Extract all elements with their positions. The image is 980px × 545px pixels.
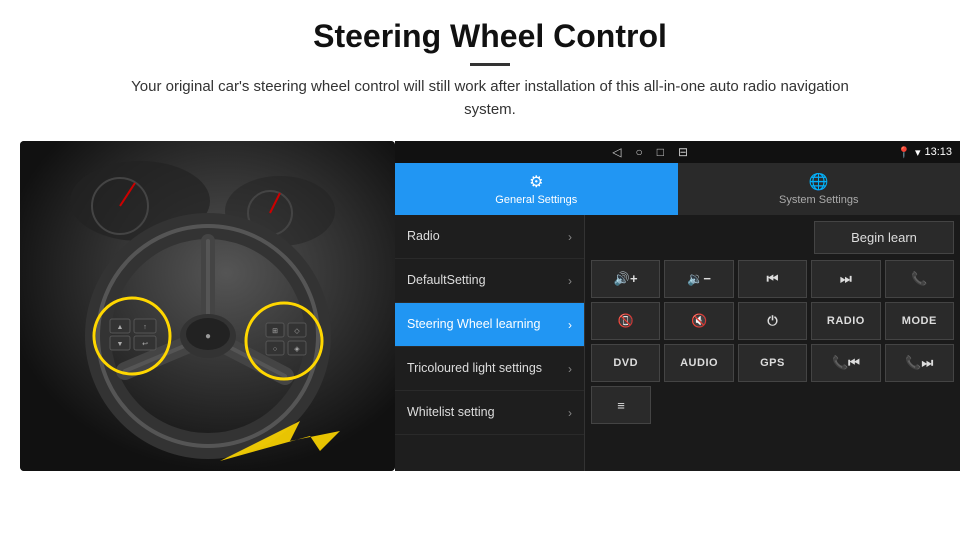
menu-steering-label: Steering Wheel learning: [407, 316, 540, 332]
mute-button[interactable]: 🔇: [664, 302, 733, 340]
svg-text:↑: ↑: [143, 324, 147, 331]
recents-icon[interactable]: □: [657, 145, 664, 159]
settings-content: Radio › DefaultSetting › Steering Wheel …: [395, 215, 960, 471]
audio-button[interactable]: AUDIO: [664, 344, 733, 382]
prev-track-button[interactable]: ⏮: [738, 260, 807, 298]
svg-text:●: ●: [205, 331, 211, 342]
menu-default-label: DefaultSetting: [407, 272, 486, 288]
control-grid-row3: DVD AUDIO GPS 📞⏮ 📞⏭: [591, 344, 954, 382]
menu-whitelist-label: Whitelist setting: [407, 404, 495, 420]
wifi-icon: ▾: [915, 146, 921, 159]
power-button[interactable]: ⏻: [738, 302, 807, 340]
menu-item-tricoloured[interactable]: Tricoloured light settings ›: [395, 347, 584, 391]
general-settings-icon: ⚙: [529, 172, 543, 192]
header-description: Your original car's steering wheel contr…: [120, 76, 860, 121]
menu-item-steering[interactable]: Steering Wheel learning ›: [395, 303, 584, 347]
dvd-button[interactable]: DVD: [591, 344, 660, 382]
menu-item-whitelist[interactable]: Whitelist setting ›: [395, 391, 584, 435]
tab-system-label: System Settings: [779, 194, 858, 206]
gps-button[interactable]: GPS: [738, 344, 807, 382]
vol-up-button[interactable]: 🔊+: [591, 260, 660, 298]
power-icon: ⏻: [767, 313, 777, 329]
status-bar: ◁ ○ □ ⊟ 📍 ▾ 13:13: [395, 141, 960, 163]
status-icons: 📍 ▾ 13:13: [897, 146, 952, 159]
steering-wheel-image: ● ▲ ▼ ↑ ↩ ⊞ ◇ ○ ◈: [20, 141, 395, 471]
svg-text:▼: ▼: [117, 341, 124, 348]
chevron-right-icon: ›: [568, 318, 572, 332]
vol-up-icon: 🔊+: [614, 271, 638, 287]
back-icon[interactable]: ◁: [612, 145, 621, 159]
tel-next-icon: 📞⏭: [905, 355, 933, 371]
svg-text:▲: ▲: [117, 324, 124, 331]
begin-learn-row: Begin learn: [591, 221, 954, 254]
tel-prev-icon: 📞⏮: [832, 355, 860, 371]
vol-down-button[interactable]: 🔉−: [664, 260, 733, 298]
tab-general[interactable]: ⚙ General Settings: [395, 163, 678, 215]
mute-icon: 🔇: [691, 313, 707, 329]
next-track-icon: ⏭: [840, 271, 852, 287]
svg-text:◈: ◈: [294, 346, 300, 353]
hang-up-button[interactable]: 📵: [591, 302, 660, 340]
tab-bar: ⚙ General Settings 🌐 System Settings: [395, 163, 960, 215]
svg-text:○: ○: [273, 346, 277, 353]
svg-text:↩: ↩: [142, 341, 148, 348]
menu-item-default[interactable]: DefaultSetting ›: [395, 259, 584, 303]
home-icon[interactable]: ○: [635, 145, 642, 159]
menu-tricoloured-label: Tricoloured light settings: [407, 360, 542, 376]
svg-text:◇: ◇: [294, 328, 300, 335]
page-title: Steering Wheel Control: [40, 18, 940, 55]
svg-text:⊞: ⊞: [272, 328, 278, 335]
menu-button[interactable]: ≡: [591, 386, 651, 424]
menu-nav-icon[interactable]: ⊟: [678, 145, 688, 159]
chevron-right-icon: ›: [568, 274, 572, 288]
mode-button[interactable]: MODE: [885, 302, 954, 340]
radio-button[interactable]: RADIO: [811, 302, 880, 340]
control-grid-row2: 📵 🔇 ⏻ RADIO MODE: [591, 302, 954, 340]
hang-up-icon: 📵: [618, 313, 634, 329]
prev-track-icon: ⏮: [767, 271, 779, 287]
tab-system[interactable]: 🌐 System Settings: [678, 163, 961, 215]
steering-wheel-panel: Begin learn 🔊+ 🔉− ⏮ ⏭: [585, 215, 960, 471]
settings-menu: Radio › DefaultSetting › Steering Wheel …: [395, 215, 585, 471]
chevron-right-icon: ›: [568, 406, 572, 420]
phone-answer-button[interactable]: 📞: [885, 260, 954, 298]
menu-item-radio[interactable]: Radio ›: [395, 215, 584, 259]
tel-prev-button[interactable]: 📞⏮: [811, 344, 880, 382]
begin-learn-button[interactable]: Begin learn: [814, 221, 954, 254]
next-track-button[interactable]: ⏭: [811, 260, 880, 298]
phone-icon: 📞: [911, 271, 927, 287]
vol-down-icon: 🔉−: [687, 271, 711, 287]
tel-next-button[interactable]: 📞⏭: [885, 344, 954, 382]
menu-icon: ≡: [617, 398, 625, 413]
control-grid-row4: ≡: [591, 386, 954, 424]
nav-icons: ◁ ○ □ ⊟: [403, 145, 897, 159]
tab-general-label: General Settings: [495, 194, 577, 206]
control-grid-row1: 🔊+ 🔉− ⏮ ⏭ 📞: [591, 260, 954, 298]
menu-radio-label: Radio: [407, 228, 440, 244]
android-screen: ◁ ○ □ ⊟ 📍 ▾ 13:13 ⚙ General Settings 🌐 S…: [395, 141, 960, 471]
title-divider: [470, 63, 510, 66]
chevron-right-icon: ›: [568, 230, 572, 244]
location-icon: 📍: [897, 146, 911, 159]
main-content: ● ▲ ▼ ↑ ↩ ⊞ ◇ ○ ◈: [0, 131, 980, 481]
system-settings-icon: 🌐: [809, 172, 829, 192]
chevron-right-icon: ›: [568, 362, 572, 376]
clock: 13:13: [924, 146, 952, 158]
page-header: Steering Wheel Control Your original car…: [0, 0, 980, 131]
